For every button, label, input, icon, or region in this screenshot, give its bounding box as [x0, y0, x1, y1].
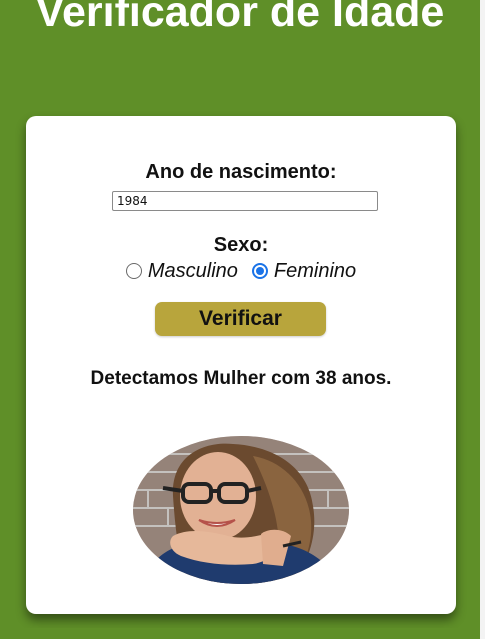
radio-masculino[interactable] [125, 263, 142, 279]
radio-feminino-label[interactable]: Feminino [274, 260, 356, 283]
app-page: Verificador de Idade Ano de nascimento: … [0, 0, 485, 639]
birth-year-input[interactable] [112, 191, 378, 211]
page-title: Verificador de Idade [35, 0, 445, 36]
year-label: Ano de nascimento: [145, 161, 337, 183]
woman-photo-illustration [133, 436, 349, 584]
verify-button[interactable]: Verificar [155, 302, 326, 336]
sex-label: Sexo: [213, 234, 269, 256]
page-edge [480, 0, 485, 639]
form-card: Ano de nascimento: Sexo: Masculino Femin… [26, 116, 456, 614]
result-text: Detectamos Mulher com 38 anos. [90, 368, 392, 389]
radio-masculino-label[interactable]: Masculino [148, 260, 238, 283]
sex-radio-group: Masculino Feminino [26, 259, 456, 283]
woman-photo [133, 436, 349, 584]
radio-feminino[interactable] [251, 263, 268, 279]
page-bottom-band [0, 628, 480, 639]
